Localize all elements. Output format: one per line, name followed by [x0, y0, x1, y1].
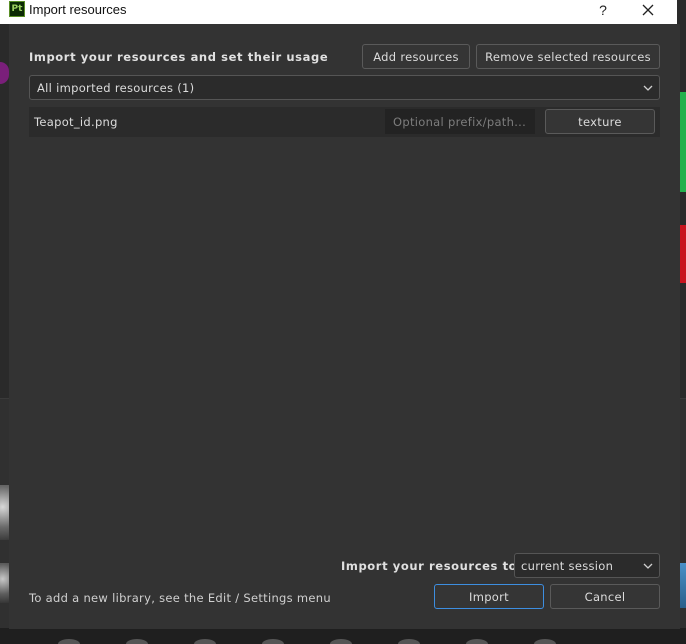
background-thumbnail: [398, 639, 420, 644]
destination-dropdown[interactable]: current session: [514, 553, 660, 578]
resource-filter-dropdown[interactable]: All imported resources (1): [29, 75, 660, 100]
background-material-thumbnail: [0, 563, 9, 603]
chevron-down-icon: [643, 85, 653, 91]
add-resources-button[interactable]: Add resources: [362, 44, 470, 69]
background-red-swatch: [680, 225, 686, 283]
dialog-heading: Import your resources and set their usag…: [29, 50, 329, 64]
prefix-path-input[interactable]: [385, 109, 535, 134]
background-thumbnail: [194, 639, 216, 644]
background-thumbnail: [466, 639, 488, 644]
background-purple-shape: [0, 62, 9, 84]
dialog-content: Import your resources and set their usag…: [9, 0, 680, 629]
import-button[interactable]: Import: [434, 584, 544, 609]
library-hint-text: To add a new library, see the Edit / Set…: [29, 591, 331, 605]
background-thumbnail: [126, 639, 148, 644]
background-thumbnail: [330, 639, 352, 644]
background-thumbnail: [262, 639, 284, 644]
resource-name: Teapot_id.png: [34, 115, 118, 129]
background-green-swatch: [680, 92, 686, 192]
resource-filter-value: All imported resources (1): [37, 80, 195, 95]
background-thumbnail: [534, 639, 556, 644]
list-item[interactable]: Teapot_id.png texture: [29, 107, 660, 137]
resource-list: Teapot_id.png texture: [29, 107, 660, 137]
remove-selected-resources-button[interactable]: Remove selected resources: [476, 44, 660, 69]
chevron-down-icon: [643, 563, 653, 569]
destination-label: Import your resources to:: [341, 559, 523, 573]
background-material-thumbnail: [680, 563, 686, 608]
destination-value: current session: [521, 558, 614, 573]
background-thumbnail: [58, 639, 80, 644]
background-material-thumbnail: [0, 485, 9, 540]
import-resources-dialog: Import your resources and set their usag…: [9, 24, 680, 629]
resource-usage-button[interactable]: texture: [545, 109, 655, 134]
cancel-button[interactable]: Cancel: [550, 584, 660, 609]
